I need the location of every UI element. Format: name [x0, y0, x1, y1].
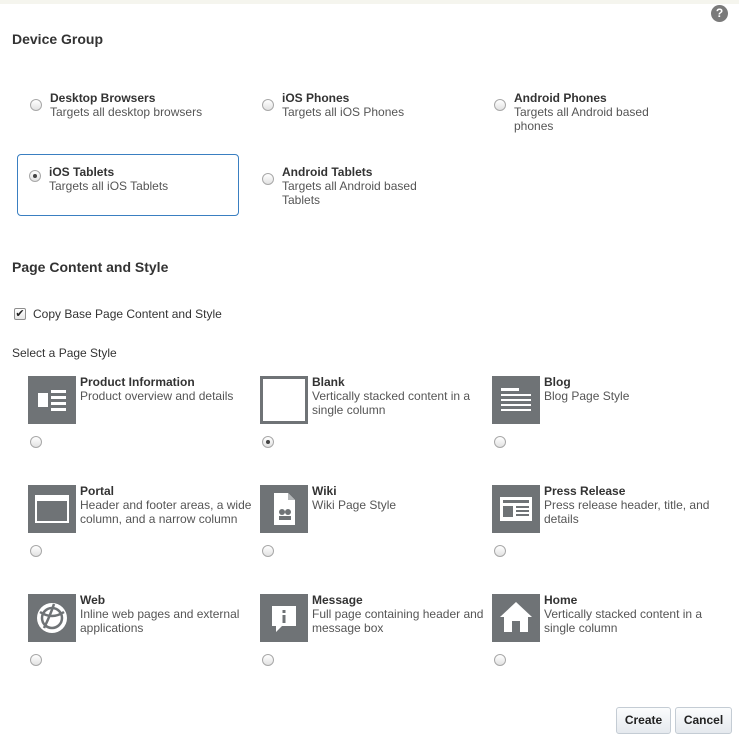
page-style-name: Product Information [80, 375, 195, 389]
page-style-description: Header and footer areas, a wide column, … [80, 498, 252, 526]
web-icon[interactable] [28, 594, 76, 642]
device-option-android-tablets[interactable]: Android Tablets Targets all Android base… [250, 160, 472, 222]
page-style-blank[interactable]: Blank Vertically stacked content in a si… [260, 375, 485, 476]
portal-icon[interactable] [28, 485, 76, 533]
radio-button[interactable] [494, 436, 506, 448]
device-option-description: Targets all desktop browsers [50, 105, 203, 119]
device-option-description: Targets all iOS Tablets [49, 179, 169, 193]
press-release-icon[interactable] [492, 485, 540, 533]
device-group-heading: Device Group [12, 31, 104, 47]
page-style-wiki[interactable]: Wiki Wiki Page Style [260, 484, 485, 585]
page-style-portal[interactable]: Portal Header and footer areas, a wide c… [28, 484, 253, 585]
page-style-home[interactable]: Home Vertically stacked content in a sin… [492, 593, 717, 694]
radio-button[interactable] [494, 545, 506, 557]
radio-button[interactable] [262, 654, 274, 666]
page-style-description: Blog Page Style [544, 389, 630, 403]
page-style-name: Wiki [312, 484, 337, 498]
page-style-product-information[interactable]: Product Information Product overview and… [28, 375, 253, 476]
device-option-desktop-browsers[interactable]: Desktop Browsers Targets all desktop bro… [18, 86, 240, 148]
page-style-name: Blank [312, 375, 345, 389]
radio-button[interactable] [30, 436, 42, 448]
help-icon[interactable]: ? [711, 5, 728, 22]
radio-button[interactable] [30, 654, 42, 666]
message-icon[interactable] [260, 594, 308, 642]
page-style-description: Wiki Page Style [312, 498, 397, 512]
page-style-name: Portal [80, 484, 115, 498]
device-option-name: Android Phones [514, 91, 607, 105]
page-style-description: Vertically stacked content in a single c… [544, 607, 703, 635]
page-style-name: Press Release [544, 484, 626, 498]
radio-button[interactable] [494, 99, 506, 111]
page-style-description: Vertically stacked content in a single c… [312, 389, 471, 417]
page-style-description: Full page containing header and message … [312, 607, 484, 635]
blank-page-icon[interactable] [260, 376, 308, 424]
device-option-android-phones[interactable]: Android Phones Targets all Android based… [482, 86, 704, 148]
page-style-description: Press release header, title, and details [544, 498, 710, 526]
radio-button[interactable] [262, 545, 274, 557]
home-icon[interactable] [492, 594, 540, 642]
radio-button[interactable] [30, 545, 42, 557]
radio-button[interactable] [494, 654, 506, 666]
radio-button[interactable] [262, 436, 274, 448]
copy-base-page-checkbox[interactable]: ✔ [14, 308, 26, 320]
page-style-description: Inline web pages and external applicatio… [80, 607, 240, 635]
top-bar [0, 0, 739, 4]
page-style-description: Product overview and details [80, 389, 234, 403]
wiki-icon[interactable] [260, 485, 308, 533]
device-option-description: Targets all Android based phones [514, 105, 649, 133]
device-option-description: Targets all Android based Tablets [282, 179, 417, 207]
page-style-name: Web [80, 593, 106, 607]
page-style-press-release[interactable]: Press Release Press release header, titl… [492, 484, 717, 585]
cancel-button[interactable]: Cancel [675, 707, 732, 734]
device-option-name: Desktop Browsers [50, 91, 156, 105]
radio-button[interactable] [30, 99, 42, 111]
select-page-style-label: Select a Page Style [12, 346, 117, 360]
page-style-name: Blog [544, 375, 571, 389]
device-option-ios-phones[interactable]: iOS Phones Targets all iOS Phones [250, 86, 472, 148]
radio-button[interactable] [262, 99, 274, 111]
radio-button[interactable] [262, 173, 274, 185]
page-style-web[interactable]: Web Inline web pages and external applic… [28, 593, 253, 694]
create-button[interactable]: Create [616, 707, 671, 734]
device-option-name: iOS Tablets [49, 165, 115, 179]
page-style-message[interactable]: Message Full page containing header and … [260, 593, 485, 694]
device-option-name: iOS Phones [282, 91, 350, 105]
device-option-description: Targets all iOS Phones [282, 105, 405, 119]
blog-icon[interactable] [492, 376, 540, 424]
product-information-icon[interactable] [28, 376, 76, 424]
page-style-blog[interactable]: Blog Blog Page Style [492, 375, 717, 476]
copy-base-page-label: Copy Base Page Content and Style [33, 307, 222, 321]
page-style-name: Home [544, 593, 578, 607]
device-option-name: Android Tablets [282, 165, 373, 179]
page-content-heading: Page Content and Style [12, 259, 169, 275]
page-style-name: Message [312, 593, 363, 607]
device-option-ios-tablets[interactable]: iOS Tablets Targets all iOS Tablets [17, 154, 239, 216]
radio-button[interactable] [29, 170, 41, 182]
